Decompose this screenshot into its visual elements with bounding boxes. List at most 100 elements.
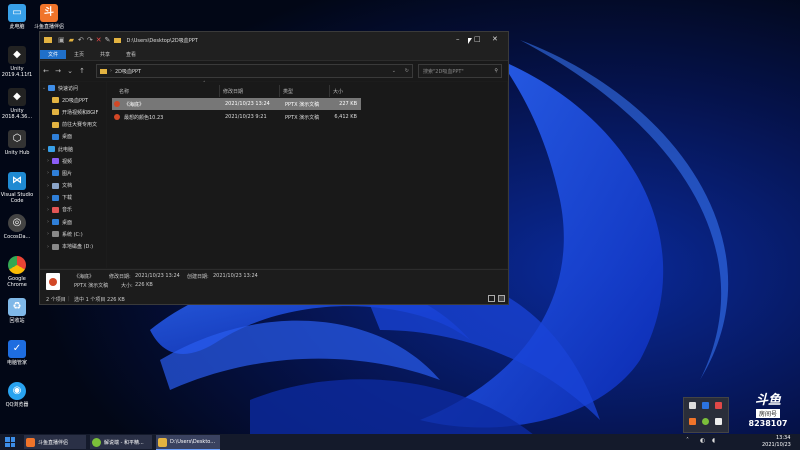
shield-icon[interactable] — [702, 402, 709, 409]
chevron-right-icon[interactable]: › — [44, 244, 52, 250]
folder-icon — [100, 68, 107, 74]
details-size-value: 226 KB — [135, 282, 153, 288]
nav-item[interactable]: › 桌面 — [40, 216, 106, 228]
clock-time[interactable]: 13:34 — [776, 435, 790, 441]
desktop-icon-recycle-bin[interactable]: ♻ 回收站 — [0, 298, 34, 324]
back-arrow-icon[interactable]: ← — [40, 67, 52, 75]
undo-icon[interactable]: ↶ — [78, 36, 84, 44]
nav-item[interactable]: ⌄ 此电脑 — [40, 143, 106, 155]
address-bar[interactable]: › 2D吸血PPT ⌄ ↻ — [96, 64, 413, 78]
column-header-size[interactable]: 大小 — [330, 85, 362, 97]
file-row[interactable]: 最想的颜色10.23 2021/10/23 9:21 PPTX 演示文稿 6,4… — [112, 111, 361, 123]
tab-view[interactable]: 查看 — [118, 50, 144, 59]
desktop-icon-unity-2019[interactable]: ◆ Unity 2019.4.11f1 — [0, 46, 34, 78]
chevron-down-icon[interactable]: ⌄ — [64, 67, 76, 75]
tray-app-icon[interactable] — [702, 418, 709, 425]
redo-icon[interactable]: ↷ — [87, 36, 93, 44]
clock-date[interactable]: 2021/10/23 — [762, 442, 791, 448]
large-icons-view-icon[interactable] — [498, 295, 505, 302]
nav-item-label: 视频 — [62, 158, 73, 165]
column-header-modified[interactable]: 修改日期 — [220, 85, 280, 97]
nav-item[interactable]: › 系统 (C:) — [40, 228, 106, 240]
nav-item[interactable]: ⌄ 快速访问 — [40, 82, 106, 94]
nav-item[interactable]: › 音乐 — [40, 204, 106, 216]
nav-item-label: 下载 — [62, 195, 73, 202]
up-arrow-icon[interactable]: ↑ — [76, 67, 88, 75]
folder-icon — [48, 146, 55, 153]
folder-icon — [52, 109, 59, 116]
chevron-right-icon[interactable]: › — [44, 183, 52, 189]
tab-share[interactable]: 共享 — [92, 50, 118, 59]
chevron-down-icon[interactable]: ⌄ — [40, 85, 48, 91]
nav-item[interactable]: › 本地磁盘 (D:) — [40, 240, 106, 252]
nav-item-label: 前往大赛专用文 — [62, 122, 98, 129]
desktop-icon-chrome[interactable]: Google Chrome — [0, 256, 34, 288]
tray-app-icon[interactable] — [689, 402, 696, 409]
forward-arrow-icon[interactable]: → — [52, 67, 64, 75]
search-input[interactable]: 搜索"2D吸血PPT" ⚲ — [418, 64, 502, 78]
desktop-icon-unity-2018[interactable]: ◆ Unity 2018.4.36... — [0, 88, 34, 120]
chevron-right-icon[interactable]: › — [44, 195, 52, 201]
maximize-button[interactable]: □ — [474, 35, 481, 43]
start-button[interactable] — [5, 437, 15, 447]
details-file-type: PPTX 演示文稿 — [74, 283, 109, 289]
chevron-right-icon[interactable]: › — [44, 219, 52, 225]
nav-item[interactable]: 前往大赛专用文 — [40, 119, 106, 131]
nav-item-label: 图片 — [62, 170, 73, 177]
taskbar-app-game[interactable]: 解说端 - 和平精... — [90, 435, 152, 449]
volume-icon[interactable]: ◖ — [712, 437, 715, 444]
chevron-down-icon[interactable]: ⌄ — [40, 146, 48, 152]
tray-app-icon[interactable] — [715, 402, 722, 409]
tray-chevron-up-icon[interactable]: ˄ — [686, 437, 689, 444]
chevron-right-icon[interactable]: › — [44, 231, 52, 237]
taskbar-app-explorer[interactable]: D:\Users\Deskto... — [156, 435, 220, 450]
chevron-right-icon[interactable]: › — [44, 158, 52, 164]
desktop-icon-this-pc[interactable]: ▭ 此电脑 — [0, 4, 34, 30]
desktop-icon-vscode[interactable]: ⋈ Visual Studio Code — [0, 172, 34, 204]
chevron-right-icon[interactable]: › — [44, 170, 52, 176]
nav-item-label: 此电脑 — [58, 146, 74, 153]
column-header-type[interactable]: 类型 — [280, 85, 330, 97]
tray-app-icon[interactable] — [689, 418, 696, 425]
qat-properties-icon[interactable]: ▣ — [58, 36, 65, 44]
chevron-right-icon[interactable]: › — [44, 207, 52, 213]
nav-item[interactable]: › 下载 — [40, 192, 106, 204]
taskbar-app-douyu[interactable]: 斗鱼直播伴侣 — [24, 435, 86, 449]
breadcrumb[interactable]: 2D吸血PPT — [115, 68, 141, 75]
pc-manager-icon: ✓ — [8, 340, 26, 358]
file-list: 名称 修改日期 类型 大小 ˄ 《海底》 2021/10/23 13:24 PP… — [107, 81, 507, 268]
desktop-icon-unity-hub[interactable]: ⬡ Unity Hub — [0, 130, 34, 156]
network-icon[interactable]: ◐ — [700, 437, 705, 444]
tab-file[interactable]: 文件 — [40, 49, 67, 59]
sort-up-icon: ˄ — [203, 81, 206, 87]
chevron-down-icon[interactable]: ⌄ — [392, 68, 396, 74]
nav-item[interactable]: › 文档 — [40, 180, 106, 192]
refresh-icon[interactable]: ↻ — [405, 68, 409, 74]
qat-new-folder-icon[interactable]: ▰ — [69, 36, 74, 44]
nav-item[interactable]: › 图片 — [40, 167, 106, 179]
taskbar: 斗鱼直播伴侣 解说端 - 和平精... D:\Users\Deskto... ˄… — [0, 434, 800, 450]
file-row[interactable]: 《海底》 2021/10/23 13:24 PPTX 演示文稿 227 KB — [112, 98, 361, 110]
nav-item[interactable]: › 视频 — [40, 155, 106, 167]
desktop-icon-douyu[interactable]: 斗 斗鱼直播伴侣 — [32, 4, 66, 30]
rename-icon[interactable]: ✎ — [105, 36, 111, 44]
folder-icon — [52, 243, 59, 250]
minimize-button[interactable]: – — [456, 35, 460, 43]
nav-item-label: 音乐 — [62, 207, 73, 214]
tab-home[interactable]: 主页 — [66, 50, 92, 59]
desktop-icon-cocos[interactable]: ◎ CocosDa... — [0, 214, 34, 240]
details-file-name: 《海底》 — [74, 274, 95, 280]
delete-icon[interactable]: ✕ — [96, 36, 102, 44]
nav-item[interactable]: 开场视频和8GIF — [40, 106, 106, 118]
vscode-icon: ⋈ — [8, 172, 26, 190]
tray-app-icon[interactable] — [715, 418, 722, 425]
nav-item[interactable]: 桌面 — [40, 131, 106, 143]
nav-item-label: 桌面 — [62, 134, 73, 141]
desktop-icon-qq-browser[interactable]: ◉ QQ浏览器 — [0, 382, 34, 408]
desktop-icon-pc-manager[interactable]: ✓ 电脑管家 — [0, 340, 34, 366]
details-modified-value: 2021/10/23 13:24 — [135, 273, 180, 279]
room-label: 房间号 — [755, 409, 780, 418]
close-button[interactable]: ✕ — [492, 35, 498, 43]
details-view-icon[interactable] — [488, 295, 495, 302]
nav-item[interactable]: 2D吸血PPT — [40, 94, 106, 106]
